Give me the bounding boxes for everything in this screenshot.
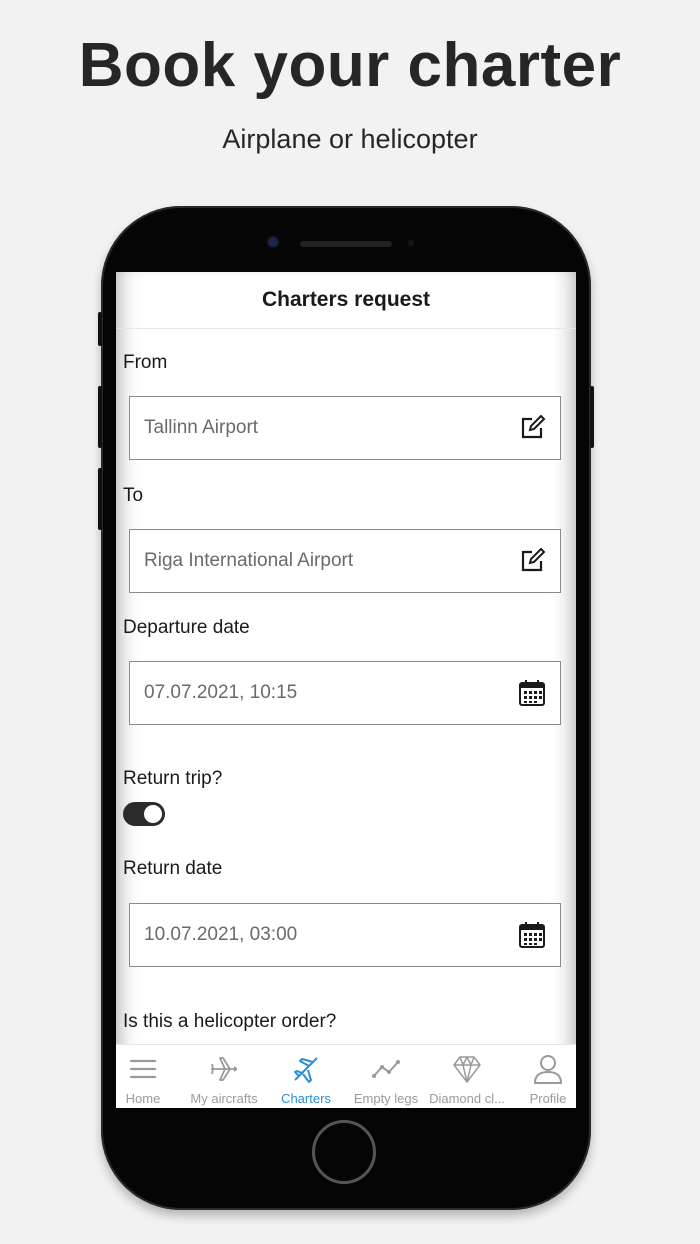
edit-icon[interactable] bbox=[518, 547, 546, 575]
tab-label: Charters bbox=[281, 1091, 331, 1106]
app-screen: Charters request From Tallinn Airport To… bbox=[116, 272, 576, 1108]
departure-date-value: 07.07.2021, 10:15 bbox=[144, 682, 298, 703]
phone-frame: Charters request From Tallinn Airport To… bbox=[98, 206, 594, 1210]
departure-date-label: Departure date bbox=[123, 617, 250, 638]
from-value: Tallinn Airport bbox=[144, 417, 259, 438]
return-trip-toggle[interactable] bbox=[123, 802, 165, 826]
tab-empty-legs[interactable]: Empty legs bbox=[346, 1045, 426, 1108]
edit-icon[interactable] bbox=[518, 414, 546, 442]
volume-down-button bbox=[98, 468, 102, 530]
page-title: Charters request bbox=[116, 272, 576, 329]
tab-label: My aircrafts bbox=[190, 1091, 258, 1106]
return-date-field[interactable]: 10.07.2021, 03:00 bbox=[129, 903, 561, 967]
tab-bar: Home My aircrafts Charters Empty legs Di… bbox=[116, 1044, 576, 1108]
route-icon bbox=[372, 1060, 400, 1078]
tab-label: Empty legs bbox=[353, 1091, 419, 1106]
tab-diamond-club[interactable]: Diamond cl... bbox=[427, 1045, 507, 1108]
proximity-sensor bbox=[408, 240, 414, 246]
calendar-icon[interactable] bbox=[518, 679, 546, 707]
power-button bbox=[590, 386, 594, 448]
diamond-icon bbox=[453, 1056, 481, 1083]
tab-label: Diamond cl... bbox=[429, 1091, 505, 1106]
to-label: To bbox=[123, 485, 144, 506]
to-value: Riga International Airport bbox=[144, 550, 354, 571]
airplane-icon bbox=[211, 1057, 237, 1081]
tab-home[interactable]: Home bbox=[116, 1045, 183, 1108]
return-date-value: 10.07.2021, 03:00 bbox=[144, 924, 298, 945]
earpiece-speaker bbox=[300, 241, 392, 247]
return-date-label: Return date bbox=[123, 858, 223, 879]
user-icon bbox=[533, 1055, 563, 1084]
tab-my-aircrafts[interactable]: My aircrafts bbox=[184, 1045, 264, 1108]
toggle-knob bbox=[144, 805, 162, 823]
tab-charters[interactable]: Charters bbox=[266, 1045, 346, 1108]
hero-title: Book your charter bbox=[78, 31, 622, 100]
from-label: From bbox=[123, 352, 168, 373]
front-camera bbox=[268, 237, 278, 247]
home-button[interactable] bbox=[312, 1120, 376, 1184]
calendar-icon[interactable] bbox=[518, 921, 546, 949]
tab-label: Profile bbox=[529, 1091, 567, 1106]
return-trip-label: Return trip? bbox=[123, 768, 223, 789]
mute-switch bbox=[98, 312, 102, 346]
tab-profile[interactable]: Profile bbox=[508, 1045, 576, 1108]
plane-takeoff-icon bbox=[294, 1057, 318, 1083]
volume-up-button bbox=[98, 386, 102, 448]
hero-subtitle: Airplane or helicopter bbox=[222, 124, 478, 154]
helicopter-order-label: Is this a helicopter order? bbox=[123, 1011, 337, 1032]
to-field[interactable]: Riga International Airport bbox=[129, 529, 561, 593]
departure-date-field[interactable]: 07.07.2021, 10:15 bbox=[129, 661, 561, 725]
menu-icon bbox=[129, 1059, 157, 1079]
from-field[interactable]: Tallinn Airport bbox=[129, 396, 561, 460]
